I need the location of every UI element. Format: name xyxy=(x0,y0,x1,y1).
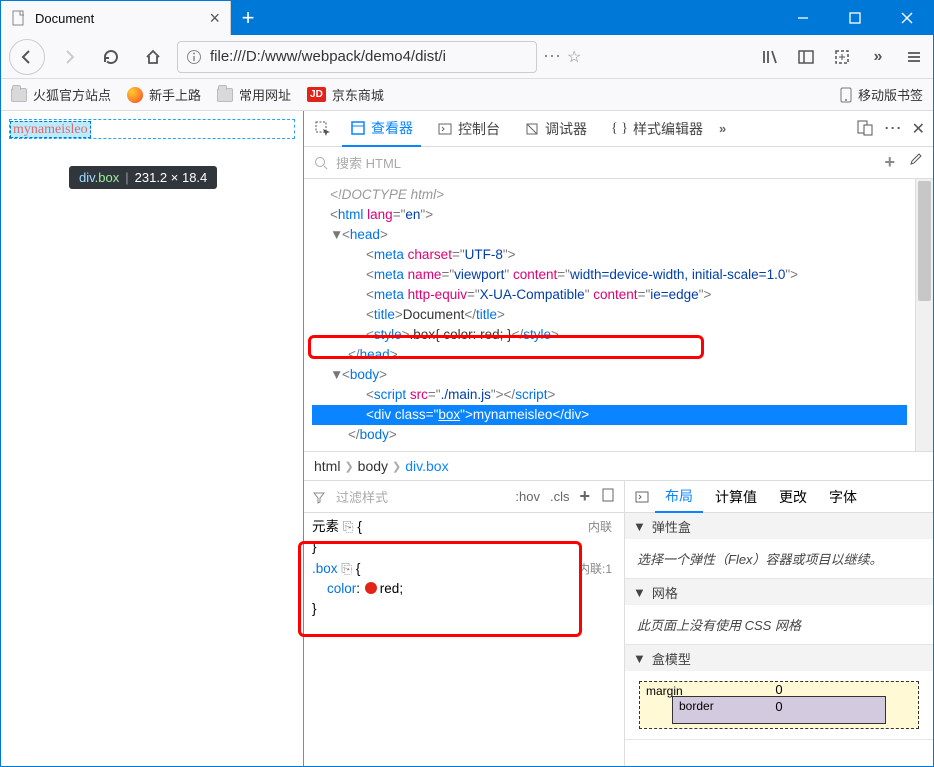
tabs-overflow-icon[interactable]: » xyxy=(719,121,726,136)
phone-icon xyxy=(840,87,852,103)
dom-search-bar[interactable]: 搜索 HTML + xyxy=(304,147,933,179)
tab-style-editor[interactable]: { }样式编辑器 xyxy=(603,111,711,147)
tab-inspector[interactable]: 查看器 xyxy=(342,111,421,147)
eyedropper-icon[interactable] xyxy=(907,152,923,173)
css-rules[interactable]: 元素 ⎘ {} 内联 .box ⎘ { color: red;} 内联:1 xyxy=(304,513,624,766)
bookmark-item[interactable]: 火狐官方站点 xyxy=(11,85,111,104)
console-split-icon[interactable] xyxy=(631,489,653,505)
jd-icon: JD xyxy=(307,87,326,102)
maximize-button[interactable] xyxy=(829,1,881,35)
filter-placeholder[interactable]: 过滤样式 xyxy=(336,487,388,506)
add-rule-icon[interactable]: + xyxy=(579,486,590,507)
search-placeholder: 搜索 HTML xyxy=(336,153,401,172)
devtools-toolbar: 查看器 控制台 调试器 { }样式编辑器 » ⋯ ✕ xyxy=(304,111,933,147)
tab-console[interactable]: 控制台 xyxy=(429,111,508,147)
tooltip-dimensions: 231.2 × 18.4 xyxy=(135,170,208,185)
box-model-diagram: margin 0 border 0 xyxy=(625,671,933,739)
inspector-tooltip: div.box | 231.2 × 18.4 xyxy=(69,166,217,189)
mobile-bookmarks[interactable]: 移动版书签 xyxy=(840,85,923,104)
tab-debugger[interactable]: 调试器 xyxy=(516,111,595,147)
page-icon xyxy=(11,10,27,26)
print-sim-icon[interactable] xyxy=(600,487,616,506)
dom-tree[interactable]: <!DOCTYPE html> <html lang="en"> ▼<head>… xyxy=(304,179,915,451)
bookmark-item[interactable]: JD 京东商城 xyxy=(307,85,384,104)
grid-message: 此页面上没有使用 CSS 网格 xyxy=(625,605,933,644)
search-icon xyxy=(314,156,328,170)
page-viewport: mynameisleo div.box | 231.2 × 18.4 xyxy=(1,111,304,766)
inspected-element[interactable]: mynameisleo xyxy=(10,121,91,138)
close-devtools-icon[interactable]: ✕ xyxy=(912,119,925,139)
tab-fonts[interactable]: 字体 xyxy=(819,481,867,513)
breadcrumb-item[interactable]: body xyxy=(358,458,388,474)
breadcrumb-item[interactable]: div.box xyxy=(405,458,448,474)
bookmark-label: 新手上路 xyxy=(149,85,201,104)
bookmark-label: 火狐官方站点 xyxy=(33,85,111,104)
devtools-panel: 查看器 控制台 调试器 { }样式编辑器 » ⋯ ✕ 搜索 HTML + xyxy=(304,111,933,766)
tab-title: Document xyxy=(35,11,94,26)
section-header-boxmodel[interactable]: ▼盒模型 xyxy=(625,645,933,671)
overflow-icon[interactable]: » xyxy=(867,46,889,68)
minimize-button[interactable] xyxy=(777,1,829,35)
home-button[interactable] xyxy=(135,39,171,75)
breadcrumb-item[interactable]: html xyxy=(314,458,340,474)
more-url-icon[interactable]: ⋯ xyxy=(543,46,561,67)
reload-button[interactable] xyxy=(93,39,129,75)
window-titlebar: Document × + xyxy=(1,1,933,35)
sidebar-icon[interactable] xyxy=(795,46,817,68)
bookmarks-bar: 火狐官方站点 新手上路 常用网址 JD 京东商城 移动版书签 xyxy=(1,79,933,111)
bookmark-item[interactable]: 常用网址 xyxy=(217,85,291,104)
close-window-button[interactable] xyxy=(881,1,933,35)
rules-filter-bar: 过滤样式 :hov .cls + xyxy=(304,481,624,513)
hov-toggle[interactable]: :hov xyxy=(515,489,540,504)
browser-tab[interactable]: Document × xyxy=(1,1,231,35)
folder-icon xyxy=(11,88,27,102)
tab-changes[interactable]: 更改 xyxy=(769,481,817,513)
url-bar[interactable]: file:///D:/www/webpack/demo4/dist/i xyxy=(177,41,537,73)
bookmark-label: 常用网址 xyxy=(239,85,291,104)
breadcrumb: html❯ body❯ div.box xyxy=(304,451,933,481)
close-tab-icon[interactable]: × xyxy=(209,8,220,29)
back-button[interactable] xyxy=(9,39,45,75)
add-node-icon[interactable]: + xyxy=(884,152,895,173)
bookmark-star-icon[interactable]: ☆ xyxy=(567,47,581,67)
folder-icon xyxy=(217,88,233,102)
more-options-icon[interactable]: ⋯ xyxy=(884,118,902,139)
bookmark-label: 京东商城 xyxy=(332,85,384,104)
section-header-flex[interactable]: ▼弹性盒 xyxy=(625,513,933,539)
dom-scrollbar[interactable] xyxy=(915,179,933,451)
flex-message: 选择一个弹性（Flex）容器或项目以继续。 xyxy=(625,539,933,578)
layout-tabs: 布局 计算值 更改 字体 xyxy=(625,481,933,513)
dom-selected-node[interactable]: <div class="box">mynameisleo</div> xyxy=(312,405,907,425)
forward-button xyxy=(51,39,87,75)
bookmark-label: 移动版书签 xyxy=(858,85,923,104)
new-tab-button[interactable]: + xyxy=(231,1,265,35)
info-icon xyxy=(186,49,202,65)
add-extension-icon[interactable] xyxy=(831,46,853,68)
library-icon[interactable] xyxy=(759,46,781,68)
color-swatch[interactable] xyxy=(365,582,377,594)
bookmark-item[interactable]: 新手上路 xyxy=(127,85,201,104)
section-header-grid[interactable]: ▼网格 xyxy=(625,579,933,605)
menu-icon[interactable] xyxy=(903,46,925,68)
firefox-icon xyxy=(127,87,143,103)
tab-layout[interactable]: 布局 xyxy=(655,481,703,513)
filter-icon xyxy=(312,490,326,504)
url-text: file:///D:/www/webpack/demo4/dist/i xyxy=(210,48,446,65)
cls-toggle[interactable]: .cls xyxy=(550,489,570,504)
tab-computed[interactable]: 计算值 xyxy=(705,481,767,513)
pick-element-icon[interactable] xyxy=(312,118,334,140)
responsive-mode-icon[interactable] xyxy=(856,118,874,139)
navigation-toolbar: file:///D:/www/webpack/demo4/dist/i ⋯ ☆ … xyxy=(1,35,933,79)
